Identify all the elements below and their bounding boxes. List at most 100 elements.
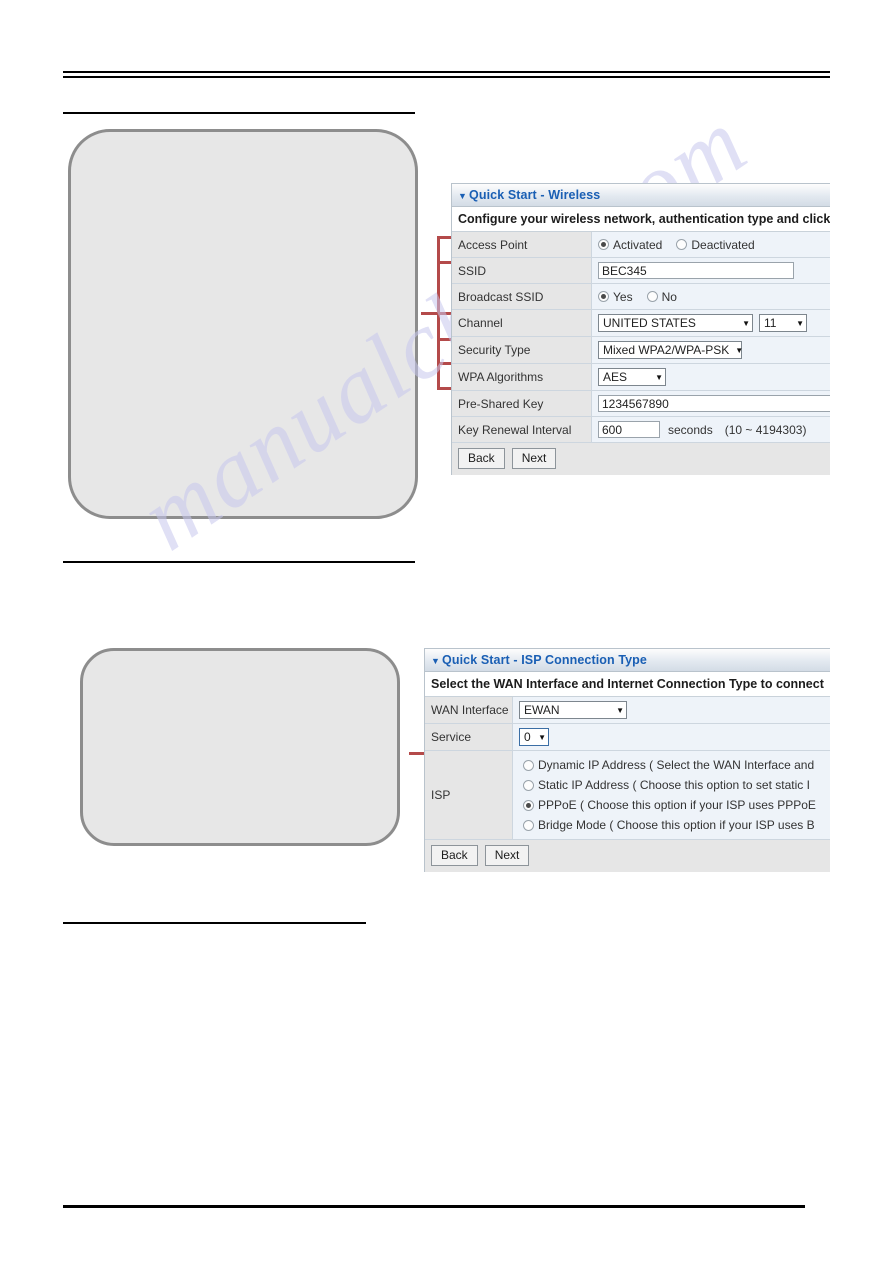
radio-icon-no[interactable] bbox=[646, 291, 658, 302]
row-isp: ISP Dynamic IP Address ( Select the WAN … bbox=[425, 751, 830, 840]
security-type-value: Mixed WPA2/WPA-PSK bbox=[603, 343, 730, 357]
row-channel: Channel UNITED STATES ▼ 11 ▼ bbox=[452, 310, 830, 337]
chevron-down-icon: ▼ bbox=[616, 705, 624, 715]
radio-access-point-deactivated[interactable]: Deactivated bbox=[676, 237, 755, 252]
radio-isp-pppoe[interactable]: PPPoE ( Choose this option if your ISP u… bbox=[523, 795, 830, 815]
wireless-button-bar: Back Next bbox=[452, 443, 830, 475]
section-rule-1 bbox=[63, 112, 415, 114]
wan-interface-select[interactable]: EWAN ▼ bbox=[519, 701, 627, 719]
key-renewal-unit: seconds bbox=[668, 422, 713, 437]
collapse-caret-icon[interactable]: ▼ bbox=[431, 656, 440, 666]
value-key-renewal-interval: 600 seconds (10 ~ 4194303) bbox=[592, 417, 830, 442]
value-wan-interface: EWAN ▼ bbox=[513, 697, 830, 723]
row-wan-interface: WAN Interface EWAN ▼ bbox=[425, 697, 830, 724]
value-pre-shared-key: 1234567890 bbox=[592, 391, 830, 416]
value-broadcast-ssid: Yes No bbox=[592, 284, 830, 309]
radio-label-deactivated: Deactivated bbox=[691, 237, 755, 252]
chevron-down-icon: ▼ bbox=[742, 318, 750, 328]
isp-panel-title: ▼ Quick Start - ISP Connection Type bbox=[425, 649, 830, 672]
isp-options-group: Dynamic IP Address ( Select the WAN Inte… bbox=[513, 751, 830, 839]
radio-icon-activated[interactable] bbox=[598, 239, 609, 250]
isp-next-button[interactable]: Next bbox=[484, 845, 530, 866]
isp-back-button[interactable]: Back bbox=[431, 845, 478, 866]
row-key-renewal-interval: Key Renewal Interval 600 seconds (10 ~ 4… bbox=[452, 417, 830, 443]
isp-button-bar: Back Next bbox=[425, 840, 830, 872]
service-select[interactable]: 0 ▼ bbox=[519, 728, 549, 746]
label-broadcast-ssid: Broadcast SSID bbox=[452, 284, 592, 309]
label-isp: ISP bbox=[425, 751, 513, 839]
wpa-algorithms-value: AES bbox=[603, 370, 628, 384]
row-broadcast-ssid: Broadcast SSID Yes No bbox=[452, 284, 830, 310]
security-type-select[interactable]: Mixed WPA2/WPA-PSK ▼ bbox=[598, 341, 744, 359]
isp-panel-subtitle: Select the WAN Interface and Internet Co… bbox=[425, 672, 830, 697]
isp-panel-title-text: Quick Start - ISP Connection Type bbox=[442, 653, 647, 667]
row-access-point: Access Point Activated Deactivated bbox=[452, 232, 830, 258]
label-ssid: SSID bbox=[452, 258, 592, 283]
row-wpa-algorithms: WPA Algorithms AES ▼ bbox=[452, 364, 830, 391]
label-key-renewal-interval: Key Renewal Interval bbox=[452, 417, 592, 442]
key-renewal-range: (10 ~ 4194303) bbox=[724, 422, 807, 437]
header-rule-lower bbox=[63, 76, 830, 78]
wireless-panel-title: ▼ Quick Start - Wireless bbox=[452, 184, 830, 207]
wireless-back-button[interactable]: Back bbox=[458, 448, 505, 469]
radio-label-activated: Activated bbox=[613, 237, 663, 252]
radio-icon-deactivated[interactable] bbox=[676, 239, 688, 250]
radio-icon-dynamic-ip[interactable] bbox=[523, 759, 534, 771]
label-wan-interface: WAN Interface bbox=[425, 697, 513, 723]
row-service: Service 0 ▼ bbox=[425, 724, 830, 751]
radio-label-static-ip: Static IP Address ( Choose this option t… bbox=[538, 778, 810, 792]
channel-country-select[interactable]: UNITED STATES ▼ bbox=[598, 314, 753, 332]
quick-start-wireless-panel: ▼ Quick Start - Wireless Configure your w… bbox=[451, 183, 830, 475]
section-rule-3 bbox=[63, 922, 366, 924]
service-value: 0 bbox=[524, 730, 531, 744]
channel-number-value: 11 bbox=[764, 316, 777, 330]
pre-shared-key-input[interactable]: 1234567890 bbox=[598, 395, 830, 412]
wireless-panel-subtitle: Configure your wireless network, authent… bbox=[452, 207, 830, 232]
wan-interface-value: EWAN bbox=[524, 703, 560, 717]
footer-rule bbox=[63, 1205, 805, 1208]
ssid-input[interactable]: BEC345 bbox=[598, 262, 794, 279]
chevron-down-icon: ▼ bbox=[735, 345, 744, 355]
isp-figure-placeholder bbox=[80, 648, 400, 846]
row-ssid: SSID BEC345 bbox=[452, 258, 830, 284]
label-access-point: Access Point bbox=[452, 232, 592, 257]
radio-icon-yes[interactable] bbox=[598, 291, 609, 302]
radio-icon-pppoe[interactable] bbox=[523, 799, 534, 811]
channel-country-value: UNITED STATES bbox=[603, 316, 696, 330]
value-channel: UNITED STATES ▼ 11 ▼ bbox=[592, 310, 830, 336]
label-channel: Channel bbox=[452, 310, 592, 336]
channel-number-select[interactable]: 11 ▼ bbox=[759, 314, 807, 332]
radio-isp-dynamic-ip[interactable]: Dynamic IP Address ( Select the WAN Inte… bbox=[523, 755, 830, 775]
value-security-type: Mixed WPA2/WPA-PSK ▼ bbox=[592, 337, 830, 363]
radio-isp-static-ip[interactable]: Static IP Address ( Choose this option t… bbox=[523, 775, 830, 795]
connector-stub-channel bbox=[421, 312, 453, 315]
section-rule-2 bbox=[63, 561, 415, 563]
chevron-down-icon: ▼ bbox=[655, 372, 663, 382]
wireless-next-button[interactable]: Next bbox=[511, 448, 557, 469]
key-renewal-interval-input[interactable]: 600 bbox=[598, 421, 660, 438]
quick-start-isp-panel: ▼ Quick Start - ISP Connection Type Selec… bbox=[424, 648, 830, 872]
radio-access-point-activated[interactable]: Activated bbox=[598, 238, 662, 252]
radio-icon-bridge-mode[interactable] bbox=[523, 819, 534, 831]
value-wpa-algorithms: AES ▼ bbox=[592, 364, 830, 390]
wpa-algorithms-select[interactable]: AES ▼ bbox=[598, 368, 666, 386]
radio-isp-bridge-mode[interactable]: Bridge Mode ( Choose this option if your… bbox=[523, 815, 830, 835]
value-ssid: BEC345 bbox=[592, 258, 830, 283]
radio-label-no: No bbox=[661, 289, 677, 304]
radio-label-dynamic-ip: Dynamic IP Address ( Select the WAN Inte… bbox=[538, 758, 815, 772]
radio-broadcast-no[interactable]: No bbox=[646, 289, 677, 304]
radio-icon-static-ip[interactable] bbox=[523, 779, 534, 791]
label-wpa-algorithms: WPA Algorithms bbox=[452, 364, 592, 390]
label-security-type: Security Type bbox=[452, 337, 592, 363]
value-access-point: Activated Deactivated bbox=[592, 232, 830, 257]
wireless-figure-placeholder bbox=[68, 129, 418, 519]
collapse-caret-icon[interactable]: ▼ bbox=[458, 191, 467, 201]
wireless-panel-title-text: Quick Start - Wireless bbox=[469, 188, 601, 202]
radio-label-yes: Yes bbox=[613, 289, 633, 304]
row-security-type: Security Type Mixed WPA2/WPA-PSK ▼ bbox=[452, 337, 830, 364]
value-service: 0 ▼ bbox=[513, 724, 830, 750]
radio-broadcast-yes[interactable]: Yes bbox=[598, 290, 633, 304]
radio-label-pppoe: PPPoE ( Choose this option if your ISP u… bbox=[538, 798, 816, 812]
chevron-down-icon: ▼ bbox=[796, 318, 804, 328]
radio-label-bridge-mode: Bridge Mode ( Choose this option if your… bbox=[538, 818, 815, 832]
